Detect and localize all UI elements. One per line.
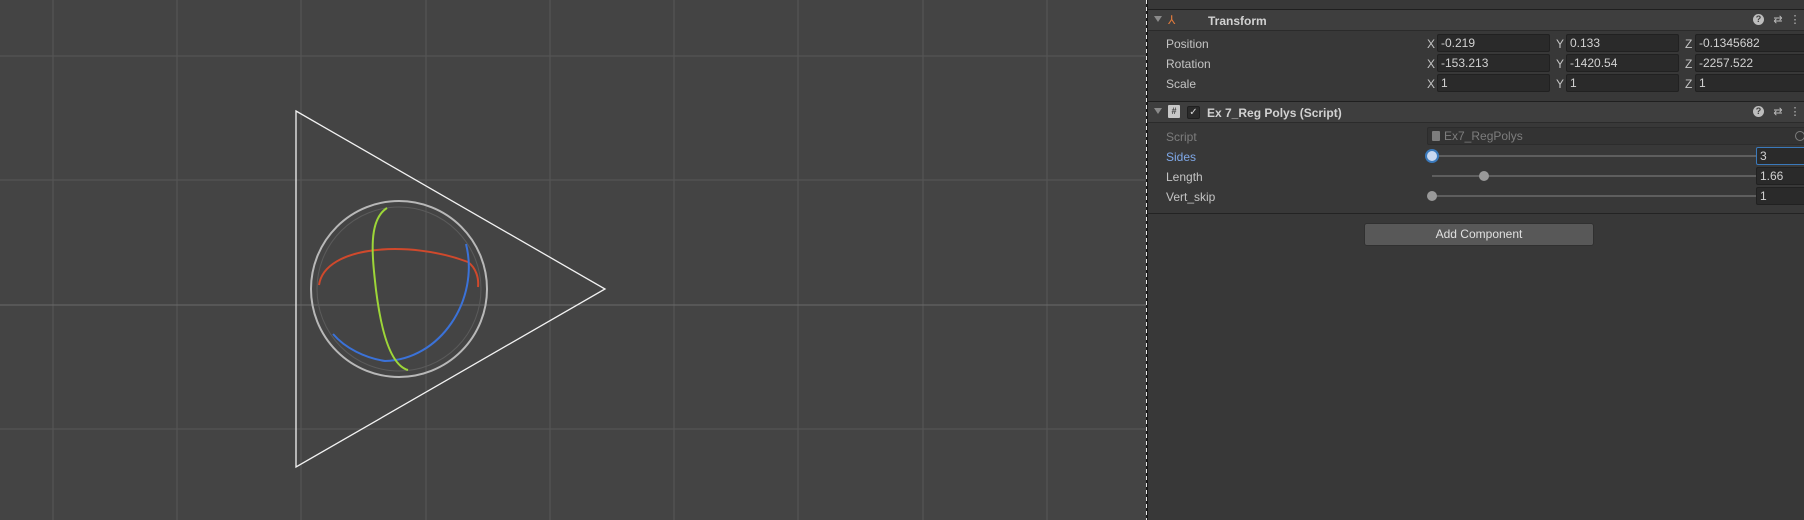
script-component-header[interactable]: # ✓ Ex 7_Reg Polys (Script) ? ⇄ ⋮ — [1148, 101, 1804, 123]
context-menu-icon[interactable]: ⋮ — [1789, 106, 1801, 118]
transform-title: Transform — [1208, 14, 1267, 28]
transform-header[interactable]: ⅄ Transform ? ⇄ ⋮ — [1148, 9, 1804, 31]
sides-value-field[interactable]: 3 — [1756, 147, 1804, 165]
rotation-gizmo[interactable] — [310, 200, 488, 378]
position-y-field[interactable]: 0.133 — [1566, 34, 1679, 52]
scale-y-axis-label[interactable]: Y — [1556, 77, 1564, 91]
vert-skip-slider-track[interactable] — [1432, 195, 1804, 197]
sides-slider-thumb[interactable] — [1427, 151, 1437, 161]
triangle-polygon — [295, 109, 607, 469]
length-label: Length — [1166, 170, 1203, 184]
scale-label: Scale — [1166, 77, 1197, 91]
help-icon[interactable]: ? — [1753, 14, 1764, 25]
scene-canvas[interactable] — [0, 0, 1146, 520]
scene-grid — [0, 0, 1146, 520]
sides-slider-track[interactable] — [1432, 155, 1804, 157]
position-z-axis-label[interactable]: Z — [1685, 37, 1692, 51]
script-object-value: Ex7_RegPolys — [1444, 129, 1523, 143]
gizmo-y-axis-arc[interactable] — [371, 207, 409, 371]
script-component-title: Ex 7_Reg Polys (Script) — [1207, 106, 1342, 120]
scale-x-field[interactable]: 1 — [1437, 74, 1550, 92]
scale-z-axis-label[interactable]: Z — [1685, 77, 1692, 91]
rotation-x-axis-label[interactable]: X — [1427, 57, 1435, 71]
script-object-field: Ex7_RegPolys — [1427, 127, 1804, 145]
script-label: Script — [1166, 130, 1197, 144]
position-y-axis-label[interactable]: Y — [1556, 37, 1564, 51]
scene-view[interactable] — [0, 0, 1146, 520]
rotation-z-field[interactable]: -2257.522 — [1695, 54, 1804, 72]
help-icon[interactable]: ? — [1753, 106, 1764, 117]
position-x-field[interactable]: -0.219 — [1437, 34, 1550, 52]
scale-x-axis-label[interactable]: X — [1427, 77, 1435, 91]
inspector-panel: ⅄ Transform ? ⇄ ⋮ Position X -0.219 Y 0.… — [1148, 0, 1804, 520]
rotation-y-axis-label[interactable]: Y — [1556, 57, 1564, 71]
foldout-arrow-icon[interactable] — [1154, 108, 1162, 114]
gizmo-x-axis-arc[interactable] — [318, 248, 480, 288]
scale-y-field[interactable]: 1 — [1566, 74, 1679, 92]
add-component-button[interactable]: Add Component — [1364, 223, 1594, 246]
length-slider-thumb[interactable] — [1479, 171, 1489, 181]
length-value-field[interactable]: 1.66 — [1756, 167, 1804, 185]
rotation-y-field[interactable]: -1420.54 — [1566, 54, 1679, 72]
presets-icon[interactable]: ⇄ — [1772, 14, 1784, 26]
position-label: Position — [1166, 37, 1209, 51]
gizmo-inner-ring — [316, 206, 482, 372]
rotation-z-axis-label[interactable]: Z — [1685, 57, 1692, 71]
scale-z-field[interactable]: 1 — [1695, 74, 1804, 92]
position-z-field[interactable]: -0.1345682 — [1695, 34, 1804, 52]
vert-skip-value-field[interactable]: 1 — [1756, 187, 1804, 205]
gizmo-z-axis-arc[interactable] — [332, 243, 470, 363]
vert-skip-label: Vert_skip — [1166, 190, 1216, 204]
vert-skip-slider-thumb[interactable] — [1427, 191, 1437, 201]
transform-axes-icon: ⅄ — [1168, 13, 1176, 27]
foldout-arrow-icon[interactable] — [1154, 16, 1162, 22]
context-menu-icon[interactable]: ⋮ — [1789, 14, 1801, 26]
components-separator — [1148, 213, 1804, 214]
script-file-small-icon — [1432, 131, 1440, 141]
component-enabled-checkbox[interactable]: ✓ — [1187, 106, 1200, 119]
object-picker-icon[interactable] — [1795, 131, 1804, 141]
presets-icon[interactable]: ⇄ — [1772, 106, 1784, 118]
rotation-x-field[interactable]: -153.213 — [1437, 54, 1550, 72]
position-x-axis-label[interactable]: X — [1427, 37, 1435, 51]
rotation-label: Rotation — [1166, 57, 1211, 71]
script-file-icon: # — [1168, 105, 1180, 118]
gizmo-outer-ring[interactable] — [310, 200, 488, 378]
sides-label: Sides — [1166, 150, 1197, 164]
